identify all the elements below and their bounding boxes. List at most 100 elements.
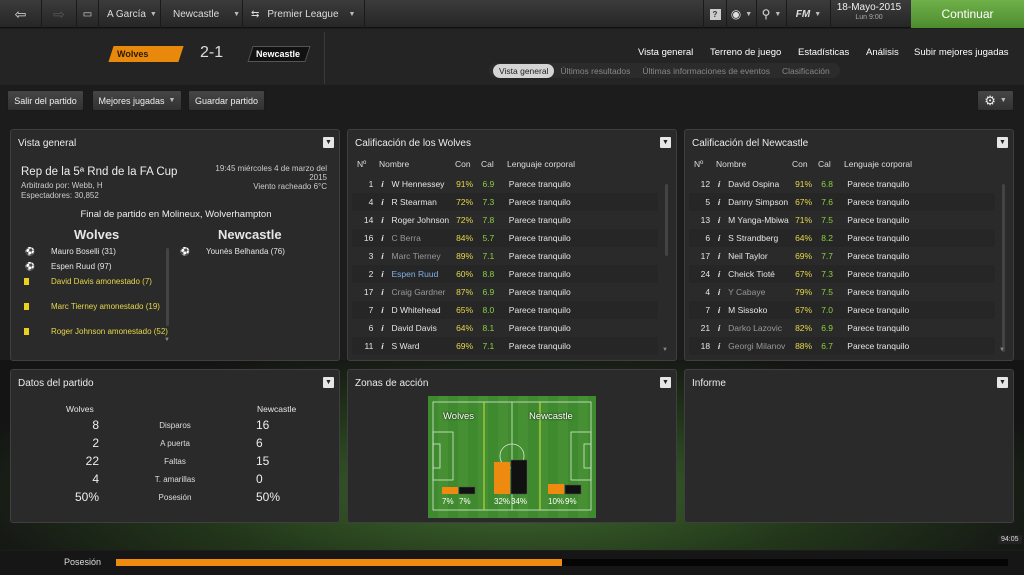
info-icon[interactable]: i [376, 247, 388, 265]
scroll-down-icon[interactable]: ▼ [164, 337, 170, 343]
player-name[interactable]: C Berra [389, 229, 454, 247]
player-name[interactable]: M Yanga-Mbiwa [725, 211, 792, 229]
info-icon[interactable]: i [713, 229, 725, 247]
forward-button[interactable]: ⇨ [42, 0, 77, 28]
player-row[interactable]: 1iW Hennessey 91% 6.9 Parece tranquilo [352, 175, 658, 193]
player-row[interactable]: 11 i S Ward 69% 7.1 Parece tranquilo [352, 337, 658, 355]
tab-analisis[interactable]: Análisis [866, 47, 899, 58]
rating-value: 7.6 [821, 197, 834, 207]
panel-menu-button[interactable]: ▼ [997, 137, 1008, 148]
scroll-down-icon[interactable]: ▼ [999, 347, 1005, 353]
info-icon[interactable]: i [713, 193, 725, 211]
player-name[interactable]: David Davis [389, 319, 454, 337]
info-icon[interactable]: i [376, 211, 388, 229]
subtab-clasificacion[interactable]: Clasificación [776, 64, 836, 78]
info-icon[interactable]: i [376, 337, 388, 355]
player-name[interactable]: S Ward [389, 337, 454, 355]
player-name[interactable]: Darko Lazovic [725, 319, 792, 337]
player-name[interactable]: R Stearman [389, 193, 454, 211]
info-icon[interactable]: i [713, 211, 725, 229]
panel-menu-button[interactable]: ▼ [660, 377, 671, 388]
team-menu[interactable]: Newcastle ▼ [161, 0, 243, 28]
panel-menu-button[interactable]: ▼ [997, 377, 1008, 388]
scroll-down-icon[interactable]: ▼ [662, 347, 668, 353]
info-icon[interactable]: i [376, 301, 388, 319]
player-row[interactable]: 12 i David Ospina 91% 6.8 Parece tranquilo [689, 175, 995, 193]
player-name[interactable]: Craig Gardner [389, 283, 454, 301]
game-date[interactable]: 18-Mayo-2015 Lun 9:00 [832, 3, 906, 23]
back-button[interactable]: ⇦ [0, 0, 42, 28]
player-name[interactable]: David Ospina [725, 175, 792, 193]
player-name[interactable]: S Strandberg [725, 229, 792, 247]
player-name[interactable]: Cheick Tioté [725, 265, 792, 283]
player-name[interactable]: D Whitehead [389, 301, 454, 319]
ratings-scrollbar[interactable] [665, 184, 668, 256]
settings-button[interactable]: ⚙ ▼ [977, 90, 1014, 111]
tab-terreno-de-juego[interactable]: Terreno de juego [710, 47, 781, 58]
player-name[interactable]: W Hennessey [389, 175, 454, 193]
player-row[interactable]: 7iD Whitehead 65% 8.0 Parece tranquilo [352, 301, 658, 319]
events-scrollbar[interactable] [166, 248, 169, 326]
player-row[interactable]: 16 i C Berra 84% 5.7 Parece tranquilo [352, 229, 658, 247]
fm-menu[interactable]: FM ▼ [787, 0, 831, 28]
info-icon[interactable]: i [376, 175, 388, 193]
info-icon[interactable]: i [376, 193, 388, 211]
highlights-button[interactable]: Mejores jugadas ▼ [92, 90, 182, 111]
player-row[interactable]: 5 i Danny Simpson 67% 7.6 Parece tranquilo [689, 193, 995, 211]
ratings-scrollbar[interactable] [1002, 184, 1005, 352]
tab-subir-mejores-jugadas[interactable]: Subir mejores jugadas [914, 47, 1009, 58]
stat-home-value: 8 [92, 418, 99, 432]
info-icon[interactable]: i [713, 247, 725, 265]
player-name[interactable]: Y Cabaye [725, 283, 792, 301]
info-icon[interactable]: i [713, 175, 725, 193]
player-row[interactable]: 21 i Darko Lazovic 82% 6.9 Parece tranquilo [689, 319, 995, 337]
info-icon[interactable]: i [376, 229, 388, 247]
player-name[interactable]: Neil Taylor [725, 247, 792, 265]
subtab-ultimas-informaciones[interactable]: Últimas informaciones de eventos [636, 64, 776, 78]
player-name[interactable]: Danny Simpson [725, 193, 792, 211]
info-icon[interactable]: i [713, 319, 725, 337]
save-match-button[interactable]: Guardar partido [188, 90, 265, 111]
player-row[interactable]: 4iR Stearman 72% 7.3 Parece tranquilo [352, 193, 658, 211]
player-row[interactable]: 18 i Georgi Milanov 88% 6.7 Parece tranquilo [689, 337, 995, 355]
info-icon[interactable]: i [376, 283, 388, 301]
player-row[interactable]: 3 i Marc Tierney 89% 7.1 Parece tranquilo [352, 247, 658, 265]
player-name[interactable]: M Sissoko [725, 301, 792, 319]
info-icon[interactable]: i [376, 265, 388, 283]
tab-estadisticas[interactable]: Estadísticas [798, 47, 849, 58]
col-cal: Cal [818, 159, 831, 169]
player-row[interactable]: 2 i Espen Ruud 60% 8.8 Parece tranquilo [352, 265, 658, 283]
search-button[interactable]: ⚲ ▼ [757, 0, 787, 28]
info-icon[interactable]: i [713, 301, 725, 319]
player-row[interactable]: 6iS Strandberg 64% 8.2 Parece tranquilo [689, 229, 995, 247]
subtab-ultimos-resultados[interactable]: Últimos resultados [554, 64, 636, 78]
info-icon[interactable]: i [376, 319, 388, 337]
panel-menu-button[interactable]: ▼ [323, 377, 334, 388]
player-name[interactable]: Espen Ruud [389, 265, 454, 283]
globe-button[interactable]: ◉ ▼ [727, 0, 757, 28]
panel-menu-button[interactable]: ▼ [660, 137, 671, 148]
info-icon[interactable]: i [713, 337, 725, 355]
player-row[interactable]: 14 i Roger Johnson 72% 7.8 Parece tranquilo [352, 211, 658, 229]
info-icon[interactable]: i [713, 265, 725, 283]
panel-menu-button[interactable]: ▼ [323, 137, 334, 148]
player-name[interactable]: Georgi Milanov [725, 337, 792, 355]
continue-button[interactable]: Continuar [911, 0, 1024, 28]
player-row[interactable]: 17 i Neil Taylor 69% 7.7 Parece tranquilo [689, 247, 995, 265]
player-row[interactable]: 17 i Craig Gardner 87% 6.9 Parece tranquilo [352, 283, 658, 301]
player-row[interactable]: 7iM Sissoko 67% 7.0 Parece tranquilo [689, 301, 995, 319]
player-row[interactable]: 24 i Cheick Tioté 67% 7.3 Parece tranquilo [689, 265, 995, 283]
player-row[interactable]: 6 i David Davis 64% 8.1 Parece tranquilo [352, 319, 658, 337]
info-icon[interactable]: i [713, 283, 725, 301]
help-button[interactable]: ? [703, 0, 727, 28]
player-name[interactable]: Roger Johnson [389, 211, 454, 229]
player-row[interactable]: 13 i M Yanga-Mbiwa 71% 7.5 Parece tranquilo [689, 211, 995, 229]
competition-menu[interactable]: ⇆ Premier League ▼ [243, 0, 365, 28]
subtab-vista-general[interactable]: Vista general [493, 63, 555, 78]
player-row[interactable]: 4iY Cabaye 79% 7.5 Parece tranquilo [689, 283, 995, 301]
stats-home-team: Wolves [66, 404, 94, 414]
club-menu[interactable]: A García ▼ [99, 0, 161, 28]
tab-vista-general[interactable]: Vista general [638, 47, 693, 58]
player-name[interactable]: Marc Tierney [389, 247, 454, 265]
leave-match-button[interactable]: Salir del partido [7, 90, 84, 111]
